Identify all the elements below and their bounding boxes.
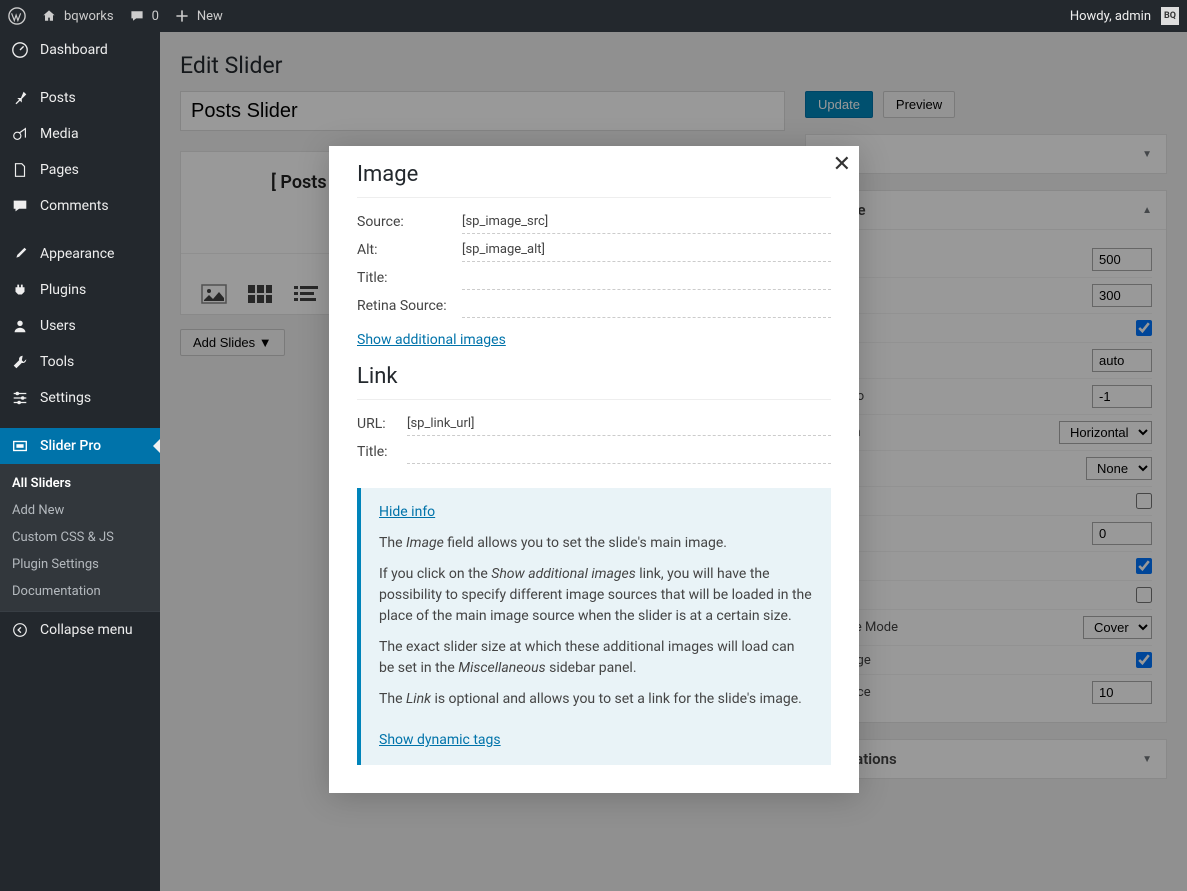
sidebar-item-appearance[interactable]: Appearance xyxy=(0,236,160,272)
show-additional-link[interactable]: Show additional images xyxy=(357,332,506,348)
site-link[interactable]: bqworks xyxy=(40,7,114,25)
sidebar-item-tools[interactable]: Tools xyxy=(0,344,160,380)
info-box: Hide info The Image field allows you to … xyxy=(357,488,831,765)
submenu-add-new[interactable]: Add New xyxy=(0,497,160,524)
hide-info-link[interactable]: Hide info xyxy=(379,502,435,523)
collapse-label: Collapse menu xyxy=(40,622,133,638)
sidebar-item-comments[interactable]: Comments xyxy=(0,188,160,224)
url-label: URL: xyxy=(357,416,407,436)
show-dynamic-tags-link[interactable]: Show dynamic tags xyxy=(379,730,501,751)
source-label: Source: xyxy=(357,214,462,234)
sidebar-item-plugins[interactable]: Plugins xyxy=(0,272,160,308)
sidebar-item-media[interactable]: Media xyxy=(0,116,160,152)
brush-icon xyxy=(10,244,30,264)
retina-label: Retina Source: xyxy=(357,298,462,318)
sidebar-label: Posts xyxy=(40,90,76,106)
sidebar-label: Settings xyxy=(40,390,91,406)
wp-logo[interactable] xyxy=(8,7,26,25)
user-icon xyxy=(10,316,30,336)
modal-link-heading: Link xyxy=(357,348,831,400)
submenu: All Sliders Add New Custom CSS & JS Plug… xyxy=(0,464,160,611)
sidebar-label: Users xyxy=(40,318,76,334)
sidebar-label: Dashboard xyxy=(40,42,108,58)
alt-label: Alt: xyxy=(357,242,462,262)
link-title-input[interactable] xyxy=(407,444,831,464)
alt-input[interactable]: [sp_image_alt] xyxy=(462,242,831,262)
dashboard-icon xyxy=(10,40,30,60)
home-icon xyxy=(40,7,58,25)
sidebar-item-users[interactable]: Users xyxy=(0,308,160,344)
page-icon xyxy=(10,160,30,180)
comment-icon xyxy=(128,7,146,25)
comments-icon xyxy=(10,196,30,216)
sidebar-label: Appearance xyxy=(40,246,114,262)
title-label: Title: xyxy=(357,270,462,290)
retina-input[interactable] xyxy=(462,298,831,318)
info-p4: The Link is optional and allows you to s… xyxy=(379,689,813,710)
close-icon[interactable]: ✕ xyxy=(833,152,851,177)
admin-sidebar: Dashboard Posts Media Pages Comments App… xyxy=(0,32,160,891)
url-input[interactable]: [sp_link_url] xyxy=(407,416,831,436)
info-p2: If you click on the Show additional imag… xyxy=(379,564,813,627)
avatar[interactable]: BQ xyxy=(1161,7,1179,25)
collapse-menu[interactable]: Collapse menu xyxy=(0,611,160,648)
comments-link[interactable]: 0 xyxy=(128,7,159,25)
collapse-icon xyxy=(10,620,30,640)
modal-image-heading: Image xyxy=(357,146,831,198)
title-input[interactable] xyxy=(462,270,831,290)
link-title-label: Title: xyxy=(357,444,407,464)
admin-bar: bqworks 0 New Howdy, admin BQ xyxy=(0,0,1187,32)
submenu-custom-css[interactable]: Custom CSS & JS xyxy=(0,524,160,551)
plus-icon xyxy=(173,7,191,25)
pin-icon xyxy=(10,88,30,108)
slider-icon xyxy=(10,436,30,456)
sidebar-label: Plugins xyxy=(40,282,86,298)
sidebar-item-dashboard[interactable]: Dashboard xyxy=(0,32,160,68)
sidebar-label: Slider Pro xyxy=(40,438,101,454)
howdy-text[interactable]: Howdy, admin xyxy=(1070,9,1151,24)
plugin-icon xyxy=(10,280,30,300)
new-link[interactable]: New xyxy=(173,7,223,25)
submenu-plugin-settings[interactable]: Plugin Settings xyxy=(0,551,160,578)
wordpress-icon xyxy=(8,7,26,25)
source-input[interactable]: [sp_image_src] xyxy=(462,214,831,234)
sidebar-label: Media xyxy=(40,126,79,142)
sidebar-item-sliderpro[interactable]: Slider Pro xyxy=(0,428,160,464)
comment-count: 0 xyxy=(152,9,159,24)
submenu-all-sliders[interactable]: All Sliders xyxy=(0,470,160,497)
sidebar-item-pages[interactable]: Pages xyxy=(0,152,160,188)
sidebar-label: Pages xyxy=(40,162,79,178)
media-icon xyxy=(10,124,30,144)
sidebar-item-posts[interactable]: Posts xyxy=(0,80,160,116)
image-modal: ✕ Image Source:[sp_image_src] Alt:[sp_im… xyxy=(329,146,859,793)
new-label: New xyxy=(197,9,223,24)
wrench-icon xyxy=(10,352,30,372)
sidebar-label: Tools xyxy=(40,354,74,370)
submenu-documentation[interactable]: Documentation xyxy=(0,578,160,605)
sidebar-label: Comments xyxy=(40,198,109,214)
info-p3: The exact slider size at which these add… xyxy=(379,637,813,679)
sidebar-item-settings[interactable]: Settings xyxy=(0,380,160,416)
site-name: bqworks xyxy=(64,9,114,24)
info-p1: The Image field allows you to set the sl… xyxy=(379,533,813,554)
sliders-icon xyxy=(10,388,30,408)
